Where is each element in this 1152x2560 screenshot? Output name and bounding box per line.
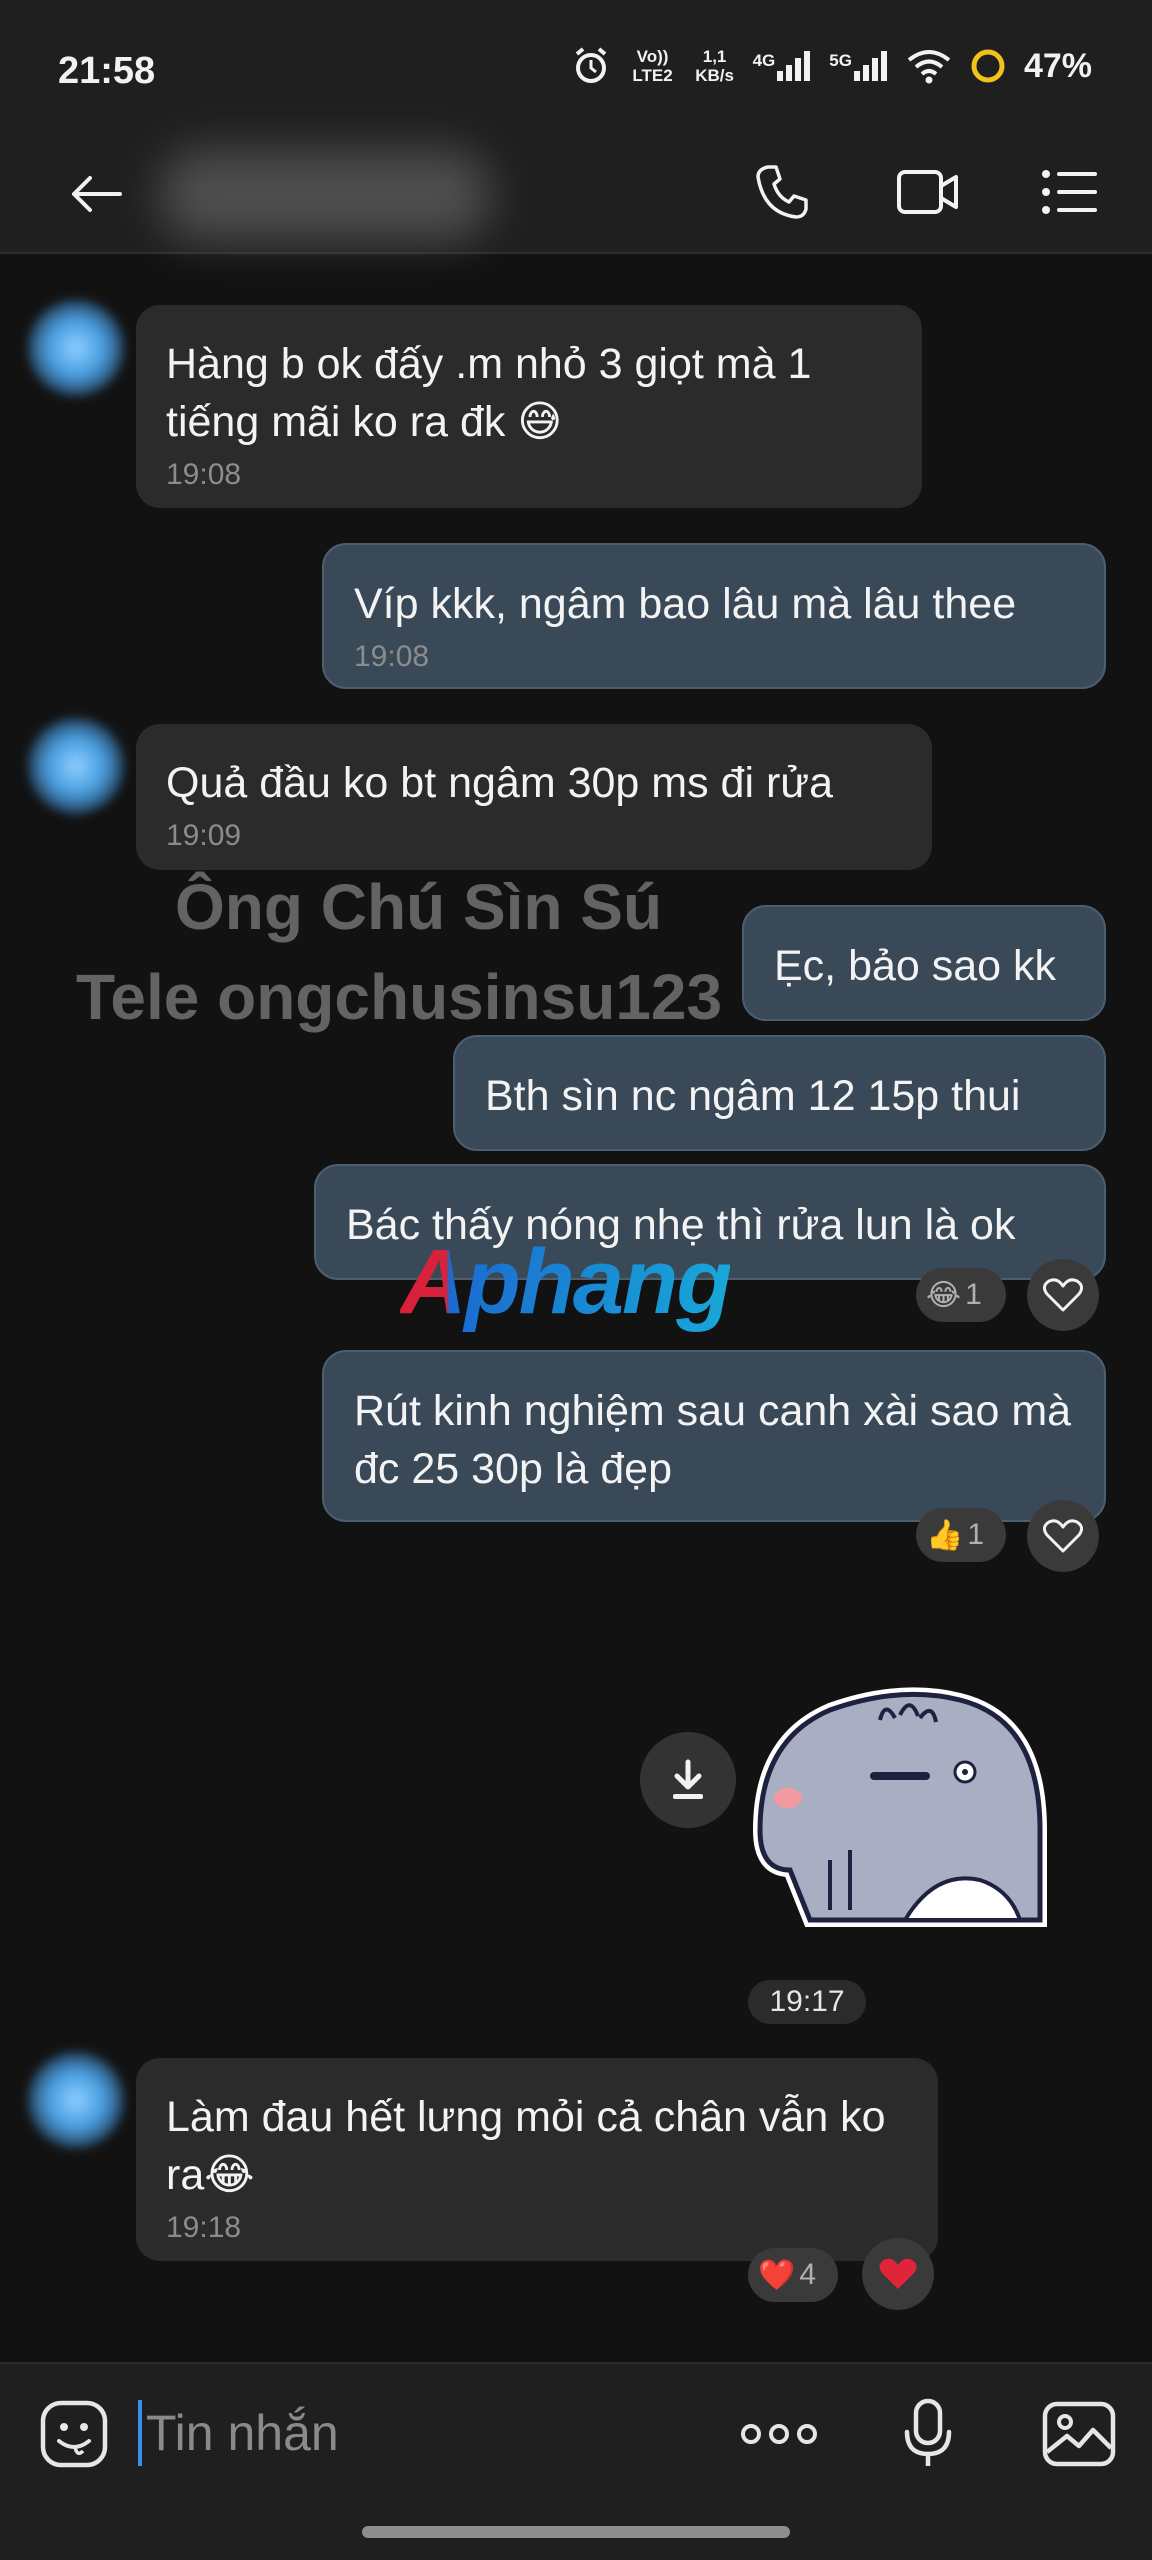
- message-time: 19:08: [166, 458, 242, 491]
- message-bubble-incoming[interactable]: Làm đau hết lưng mỏi cả chân vẫn ko ra😂 …: [136, 2058, 938, 2261]
- watermark-text: Tele ongchusinsu123: [76, 961, 723, 1033]
- signal-5g: 5G: [829, 51, 888, 81]
- reaction-emoji: 👍: [926, 1518, 964, 1552]
- contact-name-blurred[interactable]: [160, 150, 490, 240]
- video-call-button[interactable]: [888, 152, 968, 232]
- wifi-icon: [907, 50, 951, 84]
- heart-filled-icon: [879, 2258, 917, 2289]
- heart-outline-icon: [1043, 1278, 1083, 1312]
- message-bubble-outgoing[interactable]: Ẹc, bảo sao kk: [742, 905, 1106, 1021]
- battery-percent: 47%: [1023, 46, 1092, 85]
- react-heart-button[interactable]: [862, 2238, 934, 2310]
- message-bubble-incoming[interactable]: Quả đầu ko bt ngâm 30p ms đi rửa 19:09: [136, 724, 932, 870]
- back-button[interactable]: [60, 158, 132, 230]
- status-time: 21:58: [58, 50, 156, 92]
- message-bubble-incoming[interactable]: Hàng b ok đấy .m nhỏ 3 giọt mà 1 tiếng m…: [136, 305, 922, 508]
- message-time: 19:08: [354, 640, 430, 673]
- message-input[interactable]: Tin nhắn: [138, 2400, 339, 2466]
- reaction-pill[interactable]: 👍 1: [916, 1508, 1006, 1562]
- avatar[interactable]: [28, 300, 124, 396]
- alarm-icon: [575, 47, 606, 83]
- sticker-face-icon: [40, 2400, 108, 2468]
- gallery-button[interactable]: [1036, 2394, 1122, 2474]
- gesture-home-bar[interactable]: [362, 2526, 790, 2538]
- network-speed-value: 1,1: [702, 47, 727, 66]
- reaction-count: 1: [967, 1518, 985, 1551]
- sticker-button[interactable]: [36, 2396, 112, 2472]
- message-text: Hàng b ok đấy .m nhỏ 3 giọt mà 1 tiếng m…: [166, 340, 812, 446]
- microphone-icon: [904, 2398, 952, 2466]
- heart-outline-icon: [1043, 1519, 1083, 1553]
- message-text: Quả đầu ko bt ngâm 30p ms đi rửa: [166, 759, 833, 807]
- menu-button[interactable]: [1030, 152, 1110, 232]
- message-text: Bth sìn nc ngâm 12 15p thui: [485, 1072, 1021, 1120]
- volte-indicator: Vo)) LTE2: [632, 47, 673, 85]
- message-text: Víp kkk, ngâm bao lâu mà lâu thee: [354, 580, 1017, 628]
- react-heart-button[interactable]: [1027, 1259, 1099, 1331]
- watermark-text: Ông Chú Sìn Sú: [175, 871, 663, 943]
- message-time: 19:18: [166, 2211, 242, 2244]
- reaction-pill[interactable]: 😂 1: [916, 1268, 1006, 1322]
- network-speed: 1,1 KB/s: [695, 47, 735, 85]
- signal-5g-label: 5G: [829, 51, 852, 70]
- download-icon: [673, 1759, 703, 1799]
- react-heart-button[interactable]: [1027, 1500, 1099, 1572]
- message-time: 19:09: [166, 819, 242, 852]
- reaction-count: 4: [799, 2258, 817, 2291]
- sticker-image[interactable]: [750, 1680, 1070, 1930]
- watermark-logo: Aphang: [400, 1230, 732, 1335]
- message-text: Rút kinh nghiệm sau canh xài sao mà đc 2…: [354, 1387, 1072, 1493]
- signal-bars-icon: [853, 51, 887, 81]
- arrow-left-icon: [72, 176, 122, 212]
- message-bubble-outgoing[interactable]: Bth sìn nc ngâm 12 15p thui: [453, 1035, 1106, 1151]
- image-gallery-icon: [1042, 2401, 1116, 2467]
- list-menu-icon: [1042, 170, 1097, 214]
- voice-record-button[interactable]: [890, 2394, 966, 2474]
- message-bubble-outgoing[interactable]: Víp kkk, ngâm bao lâu mà lâu thee 19:08: [322, 543, 1106, 689]
- sticker-time: 19:17: [748, 1980, 866, 2024]
- more-dots-icon: [741, 2424, 817, 2444]
- reaction-count: 1: [965, 1278, 982, 1311]
- phone-icon: [756, 165, 808, 219]
- message-text: Làm đau hết lưng mỏi cả chân vẫn ko ra😂: [166, 2093, 886, 2199]
- more-options-button[interactable]: [736, 2404, 822, 2464]
- message-bubble-outgoing[interactable]: Rút kinh nghiệm sau canh xài sao mà đc 2…: [322, 1350, 1106, 1522]
- status-bar: 21:58 Vo)) LTE2 1,1 KB/s 4G 5G 47%: [0, 0, 1152, 140]
- network-speed-unit: KB/s: [695, 66, 734, 85]
- call-button[interactable]: [746, 152, 818, 232]
- signal-4g-label: 4G: [752, 51, 776, 70]
- avatar[interactable]: [28, 2052, 124, 2148]
- reaction-pill[interactable]: ❤️ 4: [748, 2248, 838, 2302]
- watermark-logo-text: Aphang: [400, 1231, 732, 1333]
- signal-bars-icon: [777, 51, 811, 81]
- message-text: Ẹc, bảo sao kk: [774, 942, 1057, 990]
- battery-ring-icon: [971, 49, 1005, 83]
- video-camera-icon: [897, 170, 958, 214]
- reaction-emoji: 😂: [926, 1278, 962, 1312]
- signal-4g: 4G: [753, 51, 812, 81]
- avatar[interactable]: [28, 718, 124, 814]
- status-icons: Vo)) LTE2 1,1 KB/s 4G 5G 47%: [571, 46, 1092, 86]
- download-sticker-button[interactable]: [640, 1732, 736, 1828]
- reaction-emoji: ❤️: [758, 2258, 796, 2292]
